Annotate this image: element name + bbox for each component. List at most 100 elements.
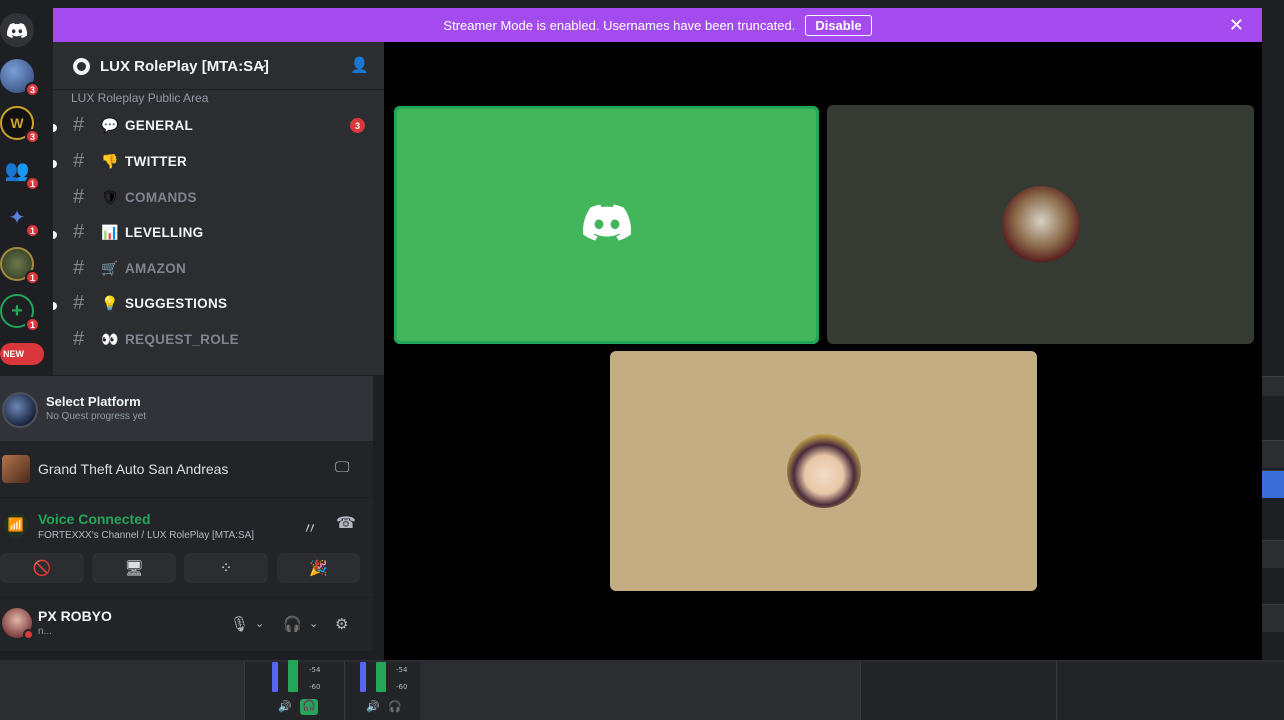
stream-game-icon[interactable]: 🖵 (335, 459, 349, 476)
server-name: LUX RolePlay [MTA:SA] (100, 58, 269, 75)
unread-indicator (53, 160, 57, 168)
discord-home-button[interactable] (0, 13, 34, 47)
channel-item-request-role[interactable]: # 👀 REQUEST_ROLE (53, 324, 384, 356)
channel-emoji: 🛒 (101, 260, 119, 276)
category-label[interactable]: LUX Roleplay Public Area (71, 91, 208, 105)
username[interactable]: PX ROBYO (38, 608, 112, 624)
screen-share-icon: 🖥 (124, 560, 144, 577)
unread-indicator (53, 302, 57, 310)
channel-name: LEVELLING (125, 225, 204, 240)
server-icon[interactable]: ✦ 1 (0, 200, 40, 238)
channel-name: GENERAL (125, 118, 194, 133)
headphones-icon[interactable]: 🎧 (388, 700, 402, 714)
meter-label: -54 (309, 666, 321, 674)
server-badge: 1 (25, 317, 40, 332)
obs-strip-block (1262, 470, 1284, 498)
channel-name: TWITTER (125, 154, 188, 169)
gear-icon[interactable]: ⚙ (335, 615, 348, 633)
obs-strip-block (1262, 540, 1284, 568)
channel-name: COMANDS (125, 190, 197, 205)
channel-emoji: 📊 (101, 224, 119, 240)
channel-item-general[interactable]: # 💬 GENERAL 3 (53, 110, 384, 142)
streamer-mode-banner: Streamer Mode is enabled. Usernames have… (53, 8, 1262, 42)
server-badge: 1 (25, 270, 40, 285)
user-panel: PX ROBYO n... 🎙 ⌄ 🎧 ⌄ ⚙ (0, 597, 373, 651)
participant-tile[interactable] (394, 106, 819, 344)
channel-item-amazon[interactable]: # 🛒 AMAZON (53, 253, 384, 285)
activities-button[interactable]: ⁘ (184, 553, 268, 583)
obs-panel (1056, 662, 1284, 720)
activity-panel: Grand Theft Auto San Andreas 🖵 (0, 441, 373, 498)
server-badge-icon (73, 58, 90, 75)
microphone-icon[interactable]: 🎙 (230, 615, 249, 633)
soundboard-button[interactable]: 🎉 (277, 553, 360, 583)
server-badge: 1 (25, 176, 40, 191)
server-icon[interactable]: 1 (0, 247, 40, 285)
game-name: Grand Theft Auto San Andreas (38, 461, 229, 477)
headphones-icon[interactable]: 🎧 (300, 699, 318, 715)
participant-tile[interactable] (610, 351, 1037, 591)
channel-item-levelling[interactable]: # 📊 LEVELLING (53, 217, 384, 249)
user-status: n... (38, 626, 52, 637)
headphones-icon[interactable]: 🎧 (283, 615, 302, 633)
hash-icon: # (73, 150, 85, 172)
speaker-icon[interactable]: 🔊 (366, 700, 380, 714)
discord-logo-icon (582, 204, 631, 246)
server-icon[interactable]: 👥 1 (0, 153, 40, 191)
server-icon[interactable]: + 1 (0, 294, 40, 332)
audio-meter (376, 662, 386, 692)
close-icon[interactable]: ✕ (1229, 15, 1244, 36)
unread-indicator (53, 124, 57, 132)
game-icon (2, 455, 30, 483)
obs-right-strip (1262, 0, 1284, 660)
quest-panel[interactable]: Select Platform No Quest progress yet (0, 376, 373, 441)
server-icon[interactable]: W 3 (0, 106, 40, 144)
channel-name: AMAZON (125, 261, 187, 276)
channel-sidebar: LUX RolePlay [MTA:SA] ⌄ 👤 LUX Roleplay P… (53, 42, 384, 375)
screen-share-button[interactable]: 🖥 (92, 553, 176, 583)
noise-suppression-icon[interactable]: 〃 (302, 515, 318, 539)
obs-panel (860, 662, 1056, 720)
disable-streamer-mode-button[interactable]: Disable (805, 14, 872, 36)
discord-home-icon (0, 13, 34, 47)
user-area: Grand Theft Auto San Andreas 🖵 📶 Voice C… (0, 441, 373, 651)
status-dot (23, 629, 34, 640)
obs-strip-block (1262, 440, 1284, 468)
activities-icon: ⁘ (219, 560, 233, 577)
voice-status-panel: 📶 Voice Connected FORTEXXX's Channel / L… (0, 499, 373, 551)
camera-off-icon: 🚫 (32, 560, 52, 577)
server-icon[interactable]: 3 (0, 59, 40, 97)
channel-emoji: 👀 (101, 331, 119, 347)
channel-name: REQUEST_ROLE (125, 332, 239, 347)
participant-avatar (1001, 185, 1080, 264)
hash-icon: # (73, 221, 85, 243)
server-badge: 3 (25, 82, 40, 97)
signal-icon[interactable]: 📶 (4, 513, 28, 537)
channel-emoji: 👎 (101, 153, 119, 169)
participant-tile[interactable] (827, 105, 1254, 344)
obs-strip-block (1262, 604, 1284, 632)
quest-subtitle: No Quest progress yet (46, 411, 147, 422)
chevron-down-icon[interactable]: ⌄ (309, 617, 318, 630)
server-header[interactable]: LUX RolePlay [MTA:SA] ⌄ 👤 (53, 42, 384, 90)
chevron-down-icon[interactable]: ⌄ (255, 617, 264, 630)
audio-meter (272, 662, 278, 692)
speaker-icon[interactable]: 🔊 (278, 700, 292, 714)
voice-status: Voice Connected (38, 511, 151, 527)
avatar[interactable] (2, 608, 34, 640)
channel-item-twitter[interactable]: # 👎 TWITTER (53, 146, 384, 178)
channel-item-comands[interactable]: # 🛡 COMANDS (53, 182, 384, 214)
disconnect-icon[interactable]: ☎ (336, 513, 356, 533)
channel-emoji: 💡 (101, 295, 119, 311)
camera-off-button[interactable]: 🚫 (0, 553, 84, 583)
voice-location[interactable]: FORTEXXX's Channel / LUX RolePlay [MTA:S… (38, 530, 254, 541)
channel-item-suggestions[interactable]: # 💡 SUGGESTIONS (53, 288, 384, 320)
new-badge: NEW (0, 343, 44, 365)
hash-icon: # (73, 114, 85, 136)
meter-label: -54 (396, 666, 408, 674)
meter-label: -60 (396, 683, 408, 691)
audio-meter (360, 662, 366, 692)
invite-people-icon[interactable]: 👤 (350, 56, 369, 74)
server-badge: 3 (25, 129, 40, 144)
meter-label: -60 (309, 683, 321, 691)
